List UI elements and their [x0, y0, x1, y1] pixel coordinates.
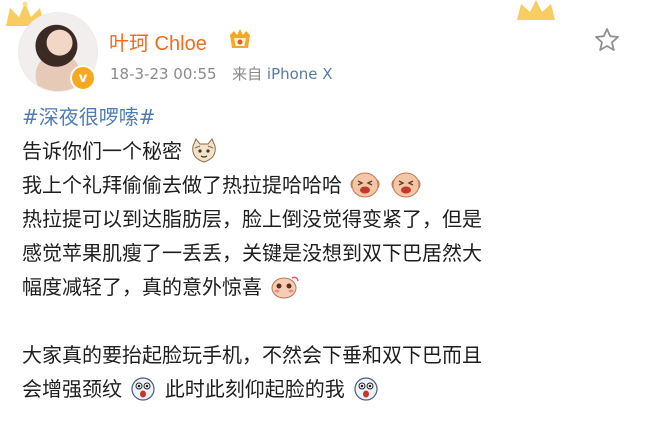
verified-badge-icon: v: [70, 65, 96, 91]
username[interactable]: 叶珂 Chloe: [109, 27, 207, 56]
source-prefix: 来自: [232, 65, 263, 83]
post-text-line: 此时此刻仰起脸的我: [164, 377, 345, 401]
avatar[interactable]: v: [18, 12, 98, 92]
post-text-line: 感觉苹果肌瘦了一丢丢，关键是没想到双下巴居然大: [22, 241, 482, 265]
laugh-emoji: [391, 172, 421, 198]
star-icon[interactable]: [593, 26, 621, 54]
post-timestamp: 18-3-23 00:55: [110, 65, 217, 83]
hashtag-link[interactable]: #深夜很啰嗦#: [22, 105, 156, 129]
surprised-emoji: [131, 377, 155, 401]
weibo-post: v 叶珂 Chloe 18-3-23 00:55 来自 iPhone X #深夜…: [0, 0, 645, 424]
cat-emoji: [192, 138, 217, 163]
surprised-emoji: [354, 377, 378, 401]
laugh-emoji: [350, 172, 380, 198]
post-meta: 18-3-23 00:55 来自 iPhone X: [110, 63, 333, 84]
post-text-line: 我上个礼拜偷偷去做了热拉提哈哈哈: [22, 173, 342, 197]
post-text-line: 热拉提可以到达脂肪层，脸上倒没觉得变紧了，但是: [22, 207, 482, 231]
post-text-line: 告诉你们一个秘密: [22, 139, 182, 163]
post-body: #深夜很啰嗦# 告诉你们一个秘密 我上个礼拜偷偷去做了热拉提哈哈哈 热拉提可以到…: [22, 100, 622, 406]
post-text-line: 大家真的要抬起脸玩手机，不然会下垂和双下巴而且: [22, 343, 482, 367]
post-text-line: 会增强颈纹: [22, 377, 122, 401]
vip-badge-icon: [230, 29, 250, 48]
source-device[interactable]: iPhone X: [267, 65, 333, 83]
crown-icon: [517, 0, 555, 20]
shy-emoji: [271, 276, 300, 299]
post-text-line: 幅度减轻了，真的意外惊喜: [22, 275, 262, 299]
